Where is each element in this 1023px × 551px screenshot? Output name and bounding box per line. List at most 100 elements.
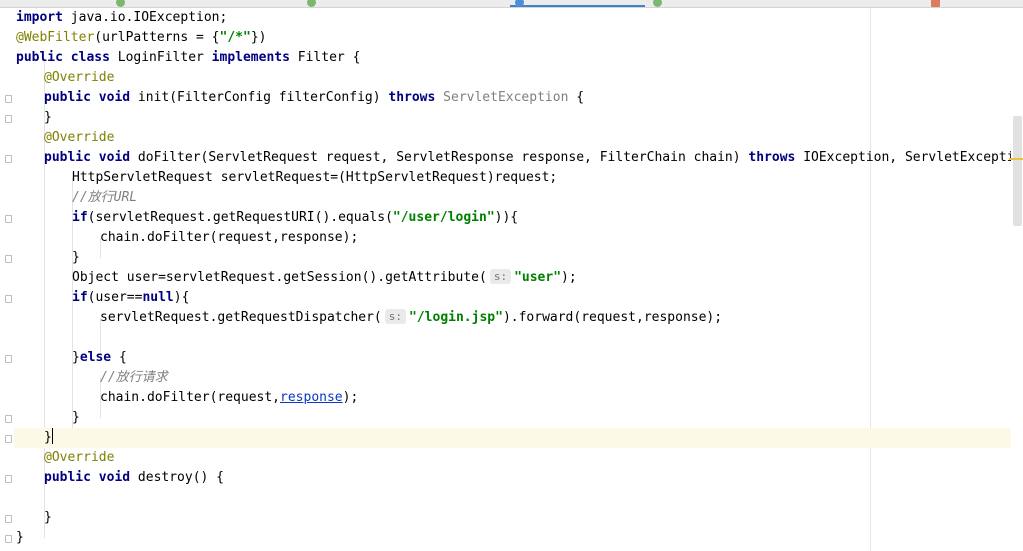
code-text: chain.doFilter(request,response); [100,230,359,245]
annotation: @Override [44,130,115,145]
code-line-8[interactable]: public void doFilter(ServletRequest requ… [14,148,1023,168]
code-text: ){ [173,290,190,305]
highlighted-identifier[interactable]: response [280,390,343,405]
code-line-25[interactable] [14,488,1023,508]
code-line-2[interactable]: @WebFilter(urlPatterns = {"/*"}) [14,28,1023,48]
keyword: implements [211,50,290,65]
parameter-hint: s: [489,269,512,284]
code-text: } [44,510,52,525]
code-line-22-current[interactable]: } [14,428,1023,448]
code-text: (user== [87,290,143,305]
code-text: Object user=servletRequest.getSession().… [72,270,487,285]
code-line-9[interactable]: HttpServletRequest servletRequest=(HttpS… [14,168,1023,188]
class-file-icon [116,0,125,7]
fold-marker-icon[interactable] [5,355,12,363]
editor-tab-5[interactable] [648,0,918,7]
code-line-17[interactable] [14,328,1023,348]
editor-tab-bar [0,0,1023,8]
fold-marker-icon[interactable] [5,435,12,443]
code-line-26[interactable]: } [14,508,1023,528]
code-text: } [44,110,52,125]
annotation: @Override [44,70,115,85]
code-text: } [72,350,80,365]
code-line-27[interactable]: } [14,528,1023,548]
editor-gutter [0,8,14,551]
code-text: java.io.IOException; [62,10,228,25]
text-caret [51,428,53,444]
code-text: (urlPatterns = { [94,30,220,45]
code-text: doFilter(ServletRequest request, Servlet… [130,150,749,165]
code-text: { [568,90,585,105]
code-text: IOException, ServletException { [795,150,1023,165]
keyword: if [72,210,88,225]
keyword: public void [44,470,131,485]
code-text: chain.doFilter(request, [100,390,281,405]
code-line-21[interactable]: } [14,408,1023,428]
code-line-5[interactable]: public void init(FilterConfig filterConf… [14,88,1023,108]
code-line-19[interactable]: //放行请求 [14,368,1023,388]
code-text: } [44,430,52,445]
code-text: init(FilterConfig filterConfig) [130,90,389,105]
class-file-icon [653,0,662,7]
parameter-hint: s: [384,309,407,324]
code-line-11[interactable]: if(servletRequest.getRequestURI().equals… [14,208,1023,228]
code-text: )){ [494,210,519,225]
fold-marker-icon[interactable] [5,535,12,543]
fold-marker-icon[interactable] [5,295,12,303]
editor-tab-6[interactable] [925,0,1023,7]
code-editor[interactable]: import java.io.IOException; @WebFilter(u… [14,8,1023,551]
warning-marker[interactable] [1009,158,1023,160]
editor-tab-2[interactable] [111,0,301,7]
code-line-13[interactable]: } [14,248,1023,268]
code-line-1[interactable]: import java.io.IOException; [14,8,1023,28]
code-line-15[interactable]: if(user==null){ [14,288,1023,308]
class-file-icon [515,0,524,7]
java-file-icon [931,0,940,7]
keyword: throws [388,90,436,105]
code-text: ); [561,270,577,285]
keyword: throws [748,150,796,165]
string-literal: "/user/login" [392,210,495,225]
editor-tab-1[interactable] [0,0,110,7]
fold-marker-icon[interactable] [5,475,12,483]
fold-marker-icon[interactable] [5,255,12,263]
editor-tab-3[interactable] [302,0,507,7]
string-literal: "/*" [219,30,251,45]
fold-marker-icon[interactable] [5,515,12,523]
annotation: @WebFilter [16,30,95,45]
string-literal: "/login.jsp" [409,310,503,325]
fold-marker-icon[interactable] [5,215,12,223]
fold-marker-icon[interactable] [5,415,12,423]
scrollbar-thumb[interactable] [1013,116,1022,226]
keyword: if [72,290,88,305]
code-text: ).forward(request,response); [502,310,723,325]
code-comment: //放行请求 [100,370,168,385]
fold-marker-icon[interactable] [5,95,12,103]
code-line-18[interactable]: }else { [14,348,1023,368]
code-line-16[interactable]: servletRequest.getRequestDispatcher(s: "/… [14,308,1023,328]
vertical-scrollbar[interactable] [1009,8,1023,551]
code-line-14[interactable]: Object user=servletRequest.getSession().… [14,268,1023,288]
code-line-12[interactable]: chain.doFilter(request,response); [14,228,1023,248]
code-text: ); [342,390,359,405]
code-line-24[interactable]: public void destroy() { [14,468,1023,488]
code-line-6[interactable]: } [14,108,1023,128]
code-text: destroy() { [130,470,225,485]
keyword: import [16,10,63,25]
string-literal: "user" [514,270,562,285]
code-text: } [72,250,80,265]
fold-marker-icon[interactable] [5,115,12,123]
unused-exception-text: ServletException [435,90,569,105]
code-line-10[interactable]: //放行URL [14,188,1023,208]
annotation: @Override [44,450,115,465]
editor-tab-active[interactable] [510,0,645,7]
fold-marker-icon[interactable] [5,155,12,163]
code-line-20[interactable]: chain.doFilter(request,response); [14,388,1023,408]
class-file-icon [307,0,316,7]
code-line-4[interactable]: @Override [14,68,1023,88]
code-line-23[interactable]: @Override [14,448,1023,468]
code-line-7[interactable]: @Override [14,128,1023,148]
code-text: } [72,410,80,425]
code-line-3[interactable]: public class LoginFilter implements Filt… [14,48,1023,68]
keyword: else [79,350,112,365]
